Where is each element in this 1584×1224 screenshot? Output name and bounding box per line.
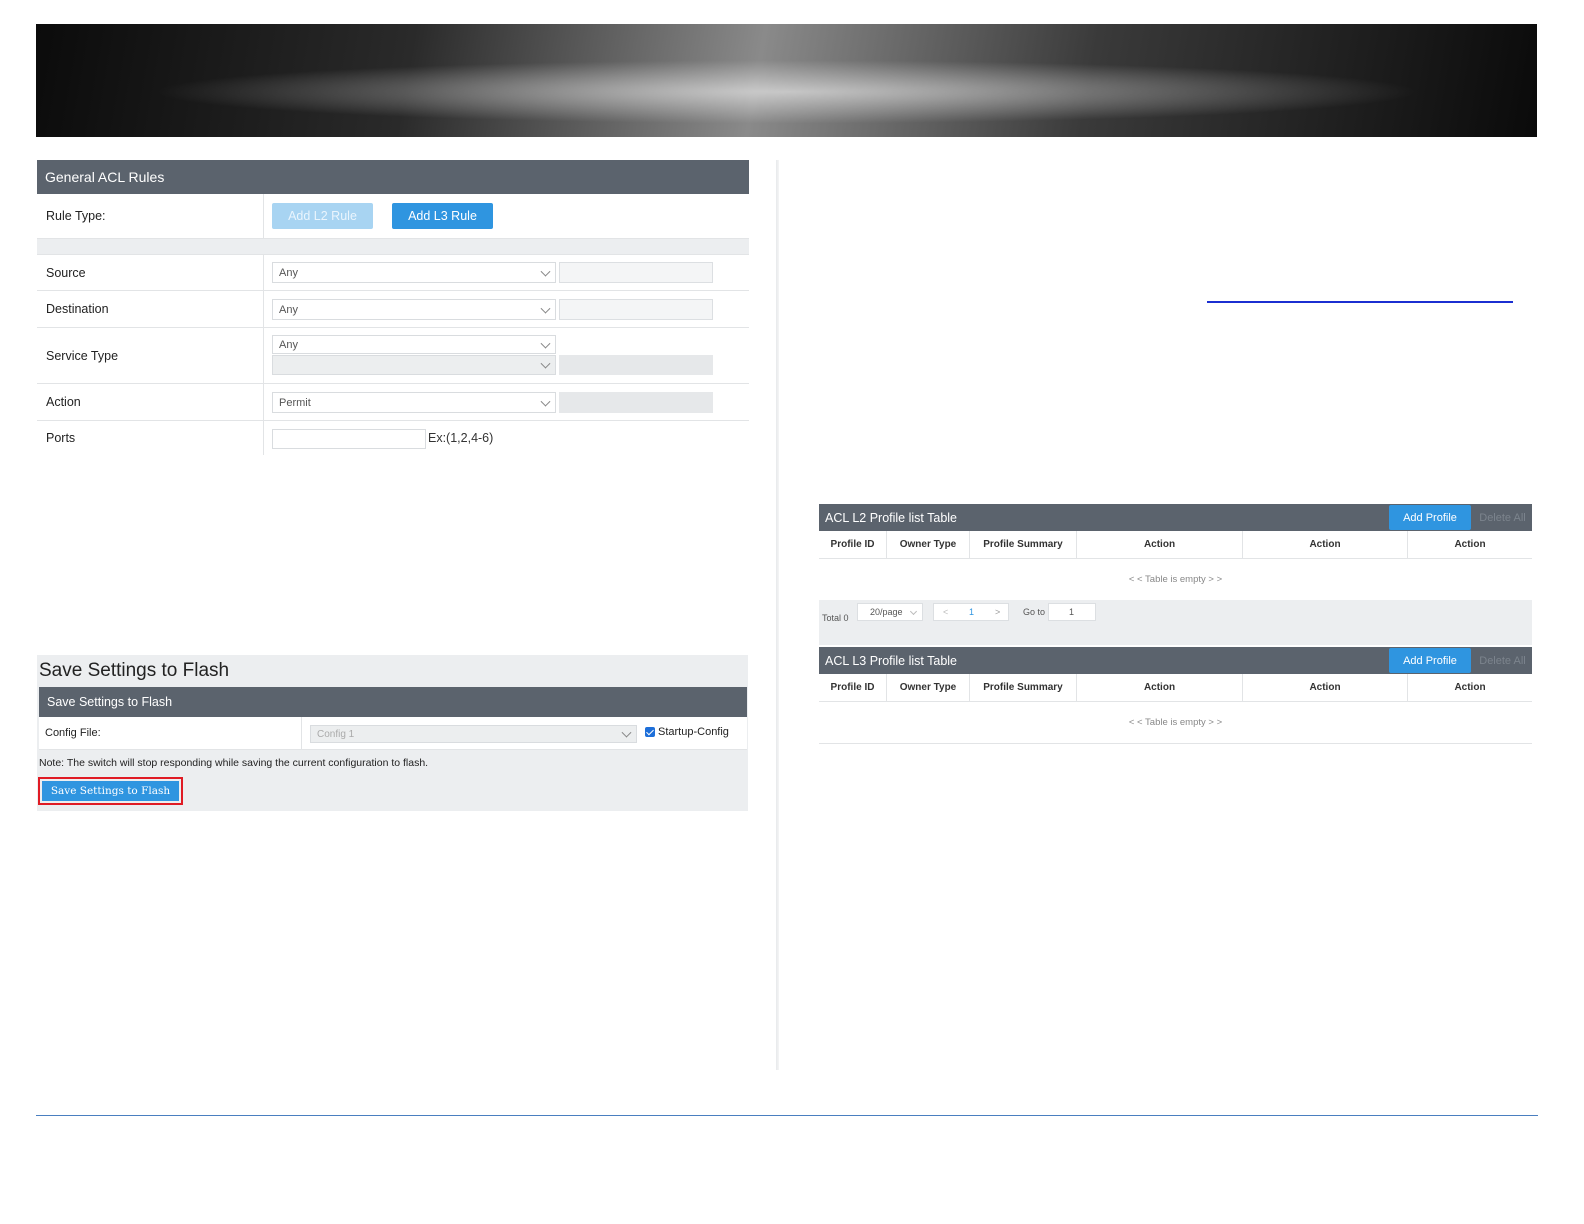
l2-column-headers: Profile ID Owner Type Profile Summary Ac…: [819, 531, 1532, 559]
add-l2-rule-button[interactable]: Add L2 Rule: [272, 203, 373, 229]
l3-table-title: ACL L3 Profile list Table: [825, 653, 958, 668]
column-header: Action: [1454, 539, 1486, 550]
action-select-value: Permit: [279, 396, 311, 409]
startup-config-label: Startup-Config: [658, 726, 729, 738]
startup-config-checkbox[interactable]: [645, 727, 655, 737]
footer-rule: [36, 1115, 1538, 1116]
action-row: Action Permit: [37, 384, 749, 421]
destination-label: Destination: [37, 291, 264, 327]
source-label: Source: [37, 255, 264, 290]
column-header: Action: [1077, 674, 1243, 701]
service-value-input[interactable]: [559, 355, 713, 375]
source-row: Source Any: [37, 255, 749, 291]
column-header: Profile ID: [819, 531, 887, 558]
l3-add-profile-button[interactable]: Add Profile: [1389, 648, 1471, 673]
l2-pagination: Total 0 20/page < 1 > Go to 1: [819, 600, 1532, 645]
l2-table-title: ACL L2 Profile list Table: [825, 510, 958, 525]
service-type-label: Service Type: [37, 328, 264, 383]
l2-table-header: ACL L2 Profile list Table Add Profile De…: [819, 504, 1532, 531]
checkmark-icon: [646, 727, 654, 736]
column-header: Owner Type: [887, 674, 970, 701]
l2-delete-all-button[interactable]: Delete All: [1473, 505, 1532, 530]
goto-label: Go to: [1023, 607, 1046, 617]
general-acl-rules-panel: General ACL Rules Rule Type: Add L2 Rule…: [37, 160, 749, 455]
ports-hint: Ex:(1,2,4-6): [428, 431, 494, 445]
column-header: Profile Summary: [970, 674, 1077, 701]
per-page-value: 20/page: [870, 607, 903, 617]
chevron-down-icon: [540, 338, 551, 349]
panel-title: General ACL Rules: [37, 160, 749, 194]
ports-label: Ports: [37, 421, 264, 455]
chevron-down-icon: [621, 727, 632, 738]
rule-type-row: Rule Type: Add L2 Rule Add L3 Rule: [37, 194, 749, 239]
config-file-value: Config 1: [317, 728, 355, 740]
save-button-highlight: Save Settings to Flash: [38, 777, 183, 805]
save-panel-title: Save Settings to Flash: [39, 687, 747, 717]
ports-input[interactable]: [272, 429, 426, 449]
source-select[interactable]: Any: [272, 262, 556, 283]
column-header: Action: [1077, 531, 1243, 558]
acl-l2-profile-table: ACL L2 Profile list Table Add Profile De…: [819, 504, 1532, 645]
per-page-select[interactable]: 20/page: [857, 603, 923, 621]
action-label: Action: [37, 384, 264, 420]
goto-input[interactable]: 1: [1048, 603, 1096, 621]
chevron-down-icon: [540, 396, 551, 407]
l3-column-headers: Profile ID Owner Type Profile Summary Ac…: [819, 674, 1532, 702]
current-page[interactable]: 1: [969, 607, 974, 617]
prev-page-button[interactable]: <: [943, 607, 948, 617]
column-header: Profile ID: [819, 674, 887, 701]
save-page-title: Save Settings to Flash: [39, 660, 230, 681]
source-value-input[interactable]: [559, 262, 713, 283]
chevron-down-icon: [540, 358, 551, 369]
section-spacer: [37, 239, 749, 255]
column-divider: [776, 160, 779, 1070]
l3-table-header: ACL L3 Profile list Table Add Profile De…: [819, 647, 1532, 674]
goto-value: 1: [1069, 607, 1075, 617]
action-value-input[interactable]: [559, 392, 713, 413]
service-type-select[interactable]: Any: [272, 335, 556, 354]
save-note: Note: The switch will stop responding wh…: [39, 757, 429, 769]
next-page-button[interactable]: >: [995, 607, 1000, 617]
chevron-down-icon: [909, 607, 918, 616]
service-type-row: Service Type Any: [37, 328, 749, 384]
config-file-label: Config File:: [45, 717, 302, 749]
rule-type-label: Rule Type:: [37, 194, 264, 238]
service-type-select-value: Any: [279, 338, 298, 351]
pagination-total: Total 0: [822, 612, 849, 623]
chevron-down-icon: [540, 266, 551, 277]
column-header: Action: [1243, 531, 1408, 558]
add-l3-rule-button[interactable]: Add L3 Rule: [392, 203, 493, 229]
link-underline: [1207, 301, 1513, 303]
l3-delete-all-button[interactable]: Delete All: [1473, 648, 1532, 673]
config-file-select[interactable]: Config 1: [310, 725, 637, 743]
destination-row: Destination Any: [37, 291, 749, 328]
service-subtype-select[interactable]: [272, 355, 556, 375]
acl-l3-profile-table: ACL L3 Profile list Table Add Profile De…: [819, 647, 1532, 744]
column-header: Action: [1243, 674, 1408, 701]
destination-value-input[interactable]: [559, 299, 713, 320]
l3-empty-message: < < Table is empty > >: [1128, 717, 1223, 728]
config-file-row: Config File: Config 1 Startup-Config: [39, 717, 747, 750]
destination-select[interactable]: Any: [272, 299, 556, 320]
ports-row: Ports Ex:(1,2,4-6): [37, 421, 749, 455]
save-settings-section: Save Settings to Flash Save Settings to …: [37, 655, 748, 811]
l2-empty-message: < < Table is empty > >: [1128, 574, 1223, 585]
source-select-value: Any: [279, 266, 298, 279]
l2-add-profile-button[interactable]: Add Profile: [1389, 505, 1471, 530]
pagination-control: < 1 >: [933, 603, 1009, 621]
action-select[interactable]: Permit: [272, 392, 556, 413]
column-header: Action: [1454, 682, 1486, 693]
column-header: Profile Summary: [970, 531, 1077, 558]
header-banner: [36, 24, 1537, 137]
save-settings-to-flash-button[interactable]: Save Settings to Flash: [42, 781, 179, 801]
destination-select-value: Any: [279, 303, 298, 316]
chevron-down-icon: [540, 303, 551, 314]
column-header: Owner Type: [887, 531, 970, 558]
